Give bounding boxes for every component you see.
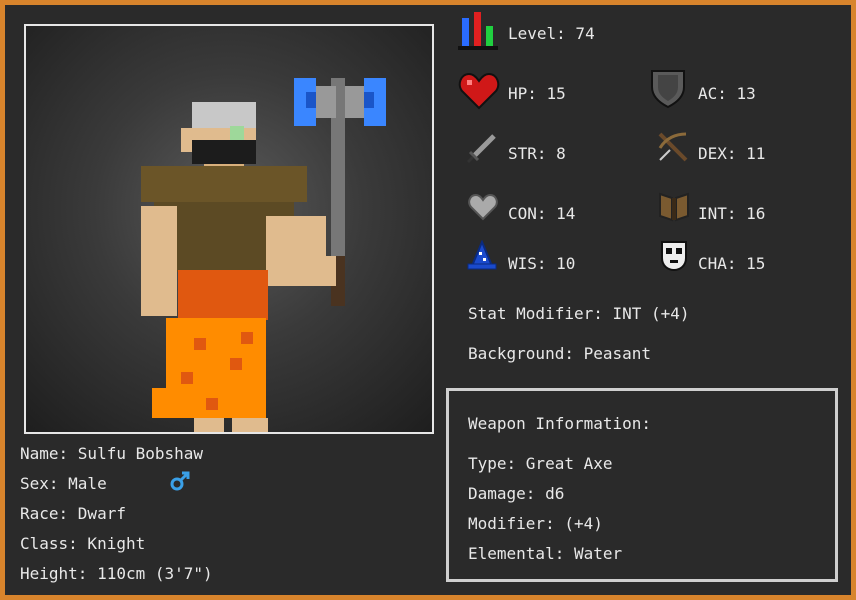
sword-icon [466,134,496,164]
background-line: Background: Peasant [468,344,652,363]
grey-heart-icon [468,193,498,221]
book-icon [659,192,689,222]
heart-icon [458,72,500,110]
race-line: Race: Dwarf [20,504,126,523]
weapon-modifier-line: Modifier: (+4) [468,514,603,533]
class-line: Class: Knight [20,534,146,553]
dwarf-sprite [141,78,386,432]
int-label: INT: 16 [698,204,766,223]
shield-icon [651,70,685,109]
level-label: Level: 74 [508,24,595,43]
stat-modifier-line: Stat Modifier: INT (+4) [468,304,690,323]
dex-label: DEX: 11 [698,144,766,163]
weapon-elemental-line: Elemental: Water [468,544,623,563]
hp-label: HP: 15 [508,84,566,103]
sex-line: Sex: Male [20,474,107,493]
wis-label: WIS: 10 [508,254,576,273]
weapon-info-panel: Weapon Information: Type: Great Axe Dama… [446,388,838,582]
crossbow-icon [658,132,688,162]
wizard-hat-icon [467,240,497,270]
cha-label: CHA: 15 [698,254,766,273]
mask-icon [661,241,687,272]
level-bars-icon [458,12,498,50]
character-portrait [24,24,434,434]
weapon-heading: Weapon Information: [468,414,652,433]
ac-label: AC: 13 [698,84,756,103]
name-line: Name: Sulfu Bobshaw [20,444,204,463]
con-label: CON: 14 [508,204,576,223]
male-symbol-icon [170,471,190,491]
character-sheet: Name: Sulfu Bobshaw Sex: Male Race: Dwar… [5,5,851,595]
weapon-damage-line: Damage: d6 [468,484,565,503]
weapon-type-line: Type: Great Axe [468,454,613,473]
height-line: Height: 110cm (3'7") [20,564,213,583]
str-label: STR: 8 [508,144,566,163]
